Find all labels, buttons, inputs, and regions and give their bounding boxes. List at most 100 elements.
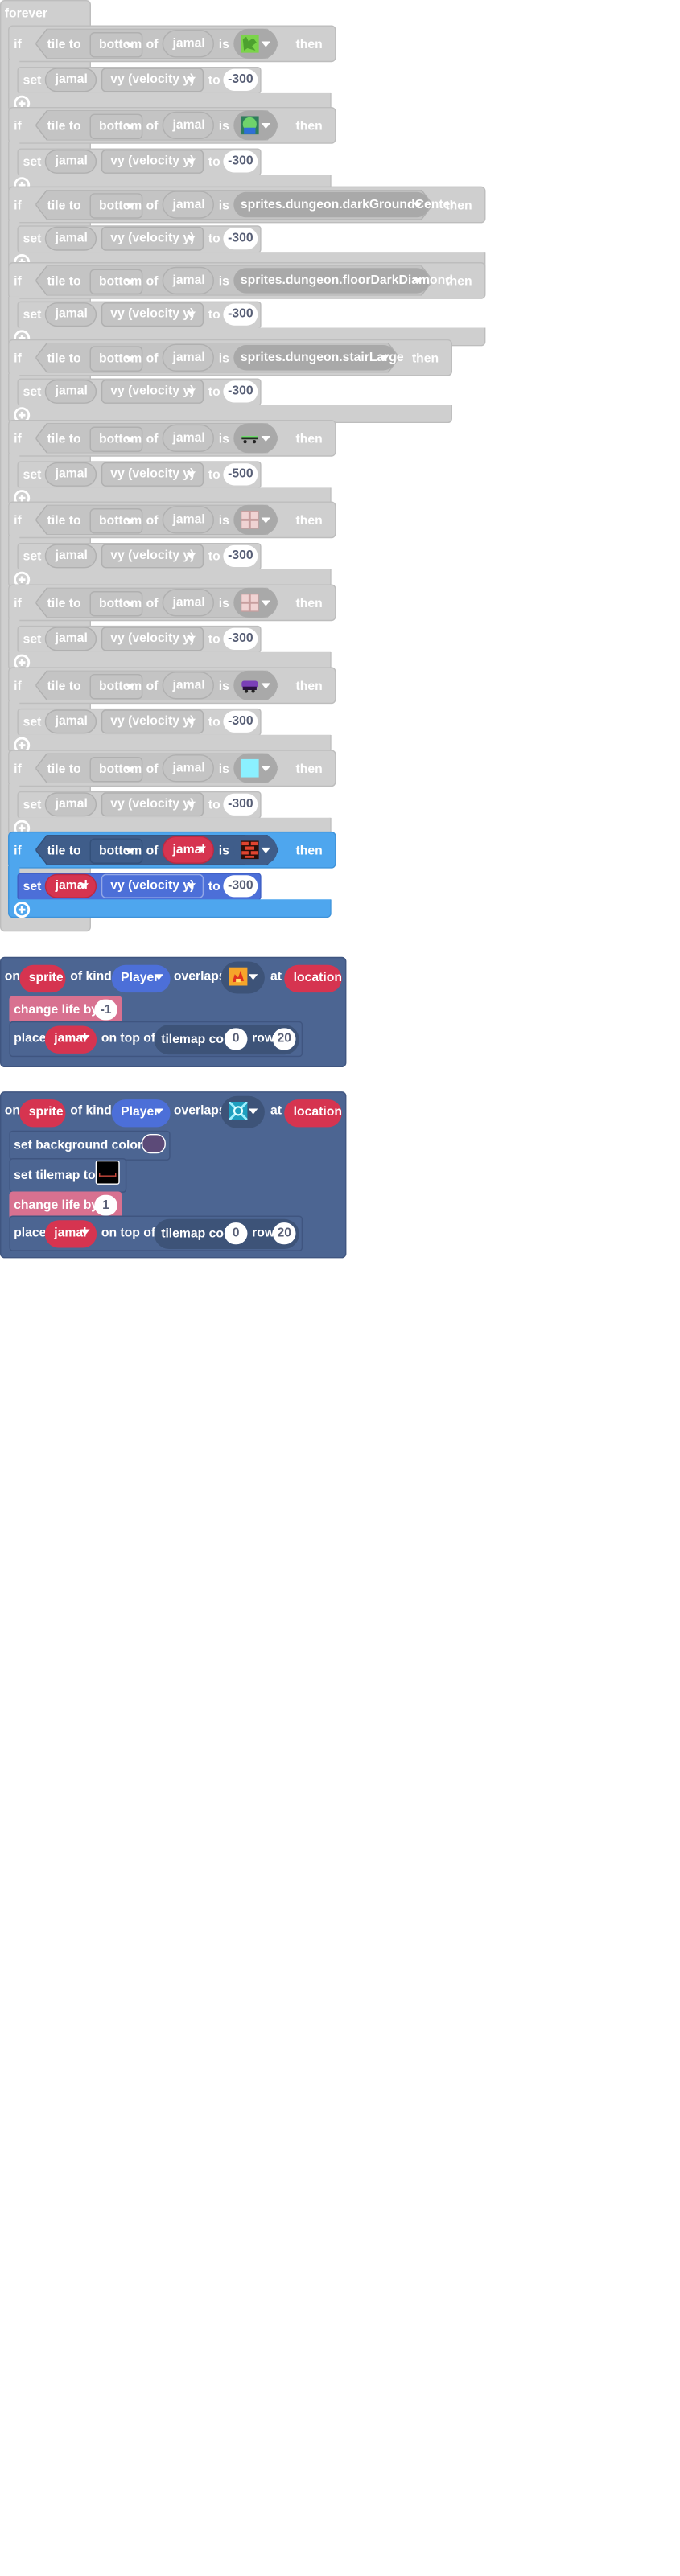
sprite-dropdown[interactable]: jamal (162, 30, 214, 58)
side-dropdown[interactable]: bottom (89, 426, 143, 452)
side-dropdown[interactable]: bottom (89, 508, 143, 534)
set-sprite-dropdown[interactable]: jamal (44, 379, 97, 404)
sprite-dropdown[interactable]: jamal (162, 266, 214, 295)
on-top-of-label: on top of (101, 1031, 156, 1046)
set-sprite-dropdown[interactable]: jamal (44, 873, 97, 898)
side-dropdown[interactable]: bottom (89, 756, 143, 783)
side-dropdown[interactable]: bottom (89, 346, 143, 372)
sprite-dropdown[interactable]: jamal (162, 836, 214, 864)
set-sprite-dropdown[interactable]: jamal (44, 544, 97, 569)
tile-picker[interactable] (233, 28, 278, 59)
on-top-of-label: on top of (101, 1226, 156, 1240)
tile-picker[interactable] (233, 110, 278, 141)
sprite-dropdown[interactable]: jamal (162, 343, 214, 372)
side-dropdown[interactable]: bottom (89, 673, 143, 700)
property-dropdown[interactable]: vy (velocity y) (101, 302, 204, 327)
sprite-dropdown[interactable]: jamal (162, 754, 214, 783)
set-sprite-dropdown[interactable]: jamal (44, 462, 97, 487)
place-sprite-dropdown[interactable]: jamal (44, 1025, 97, 1054)
life-change-value[interactable]: -1 (94, 999, 117, 1021)
set-sprite-dropdown[interactable]: jamal (44, 226, 97, 251)
to-label: to (208, 798, 220, 812)
side-dropdown[interactable]: bottom (89, 269, 143, 295)
location-variable-pill[interactable]: location (284, 1099, 342, 1128)
property-dropdown[interactable]: vy (velocity y) (101, 379, 204, 404)
kind-dropdown[interactable]: Player (111, 1099, 171, 1128)
sprite-variable-pill[interactable]: sprite (19, 964, 66, 993)
velocity-value-input[interactable]: -300 (223, 793, 258, 816)
set-label: set (23, 632, 42, 647)
property-dropdown[interactable]: vy (velocity y) (101, 873, 204, 898)
velocity-value-input[interactable]: -300 (223, 380, 258, 403)
chevron-down-icon (261, 435, 271, 442)
tile-name-dropdown[interactable]: sprites.dungeon.floorDarkDiamond (233, 268, 453, 294)
velocity-value-input[interactable]: -300 (223, 710, 258, 733)
place-sprite-dropdown[interactable]: jamal (44, 1220, 97, 1248)
sprite-dropdown[interactable]: jamal (162, 589, 214, 617)
if-label: if (14, 274, 22, 289)
property-dropdown[interactable]: vy (velocity y) (101, 149, 204, 174)
blocks-workspace[interactable]: forever if tile to bottom of jamal is then set j… (0, 0, 680, 2576)
side-dropdown[interactable]: bottom (89, 32, 143, 58)
column-input[interactable]: 0 (224, 1028, 248, 1050)
chevron-down-icon (186, 76, 196, 83)
set-background-color-label: set background color to (14, 1138, 159, 1152)
velocity-value-input[interactable]: -500 (223, 463, 258, 486)
set-sprite-dropdown[interactable]: jamal (44, 627, 97, 651)
set-sprite-dropdown[interactable]: jamal (44, 792, 97, 817)
tile-picker[interactable] (233, 670, 278, 700)
property-dropdown[interactable]: vy (velocity y) (101, 627, 204, 651)
tile-picker[interactable] (233, 504, 278, 535)
row-input[interactable]: 20 (272, 1222, 296, 1245)
velocity-value-input[interactable]: -300 (223, 303, 258, 326)
velocity-value-input[interactable]: -300 (223, 875, 258, 898)
velocity-value-input[interactable]: -300 (223, 228, 258, 250)
kind-dropdown[interactable]: Player (111, 964, 171, 993)
tile-picker[interactable] (233, 423, 278, 454)
chevron-down-icon (125, 766, 135, 773)
velocity-value-input[interactable]: -300 (223, 627, 258, 650)
add-else-icon[interactable] (14, 902, 31, 918)
forever-label: forever (4, 6, 48, 21)
row-input[interactable]: 20 (272, 1028, 296, 1050)
tile-picker[interactable] (233, 753, 278, 783)
sprite-dropdown[interactable]: jamal (162, 111, 214, 140)
property-dropdown[interactable]: vy (velocity y) (101, 792, 204, 817)
tile-picker[interactable] (233, 587, 278, 618)
place-label: place (14, 1226, 47, 1240)
background-color-swatch[interactable] (141, 1133, 166, 1154)
side-dropdown[interactable]: bottom (89, 838, 143, 864)
property-dropdown[interactable]: vy (velocity y) (101, 544, 204, 569)
tilemap-preview-icon[interactable] (95, 1160, 120, 1185)
side-dropdown[interactable]: bottom (89, 113, 143, 140)
set-sprite-dropdown[interactable]: jamal (44, 68, 97, 92)
chevron-down-icon (125, 42, 135, 49)
set-sprite-dropdown[interactable]: jamal (44, 302, 97, 327)
side-dropdown[interactable]: bottom (89, 591, 143, 617)
tile-name-dropdown[interactable]: sprites.dungeon.darkGroundCenter (233, 191, 455, 218)
velocity-value-input[interactable]: -300 (223, 150, 258, 173)
side-dropdown[interactable]: bottom (89, 193, 143, 219)
life-change-value[interactable]: 1 (94, 1194, 117, 1216)
sprite-dropdown[interactable]: jamal (162, 672, 214, 700)
tile-name-dropdown[interactable]: sprites.dungeon.stairLarge (233, 344, 404, 371)
tile-picker[interactable] (220, 1095, 265, 1128)
sprite-dropdown[interactable]: jamal (162, 424, 214, 452)
chevron-down-icon (379, 355, 389, 362)
location-variable-pill[interactable]: location (284, 964, 342, 993)
column-input[interactable]: 0 (224, 1222, 248, 1245)
sprite-dropdown[interactable]: jamal (162, 506, 214, 534)
velocity-value-input[interactable]: -300 (223, 68, 258, 91)
set-sprite-dropdown[interactable]: jamal (44, 709, 97, 734)
sprite-variable-pill[interactable]: sprite (19, 1099, 66, 1128)
property-dropdown[interactable]: vy (velocity y) (101, 226, 204, 251)
chevron-down-icon (186, 801, 196, 807)
property-dropdown[interactable]: vy (velocity y) (101, 68, 204, 92)
tile-picker[interactable] (220, 961, 265, 994)
set-sprite-dropdown[interactable]: jamal (44, 149, 97, 174)
velocity-value-input[interactable]: -300 (223, 544, 258, 567)
property-dropdown[interactable]: vy (velocity y) (101, 709, 204, 734)
tile-picker[interactable] (233, 835, 278, 865)
property-dropdown[interactable]: vy (velocity y) (101, 462, 204, 487)
sprite-dropdown[interactable]: jamal (162, 191, 214, 219)
